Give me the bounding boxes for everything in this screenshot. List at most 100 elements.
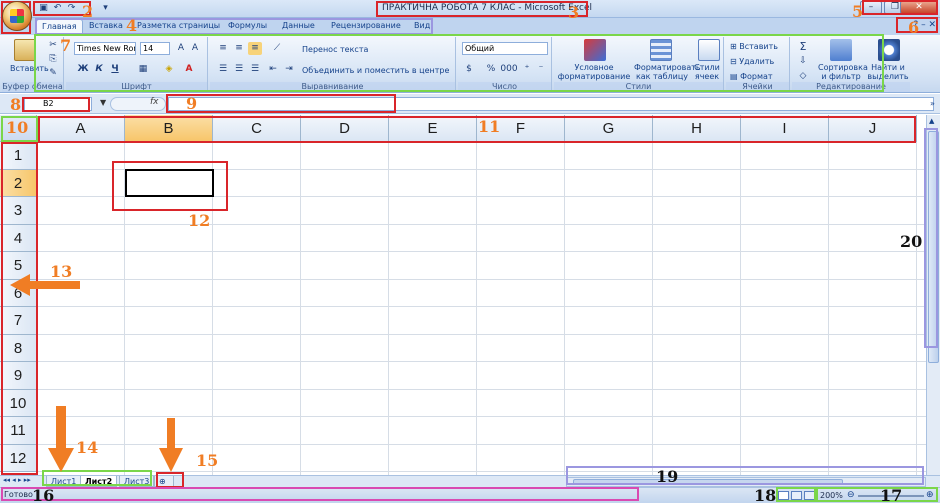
number-format-select[interactable]: Общий [462,42,548,55]
find-select-icon[interactable] [878,39,900,61]
zoom-level[interactable]: 200% [820,491,843,500]
font-color-icon[interactable]: A [182,63,196,76]
column-header-h[interactable]: H [653,115,741,142]
row-header-2[interactable]: 2 [0,169,37,197]
expand-formula-bar-icon[interactable]: » [930,99,935,108]
column-header-j[interactable]: J [829,115,917,142]
vertical-scroll-thumb[interactable] [928,131,939,363]
close-button[interactable]: ✕ [900,1,938,14]
horizontal-scrollbar[interactable] [566,477,926,487]
qat-customize-icon[interactable]: ▾ [100,3,111,14]
vertical-scrollbar[interactable]: ▲ [926,115,940,475]
tab-page-layout[interactable]: Разметка страницы [137,21,220,30]
row-header-8[interactable]: 8 [0,334,37,362]
column-header-i[interactable]: I [741,115,829,142]
tab-data[interactable]: Данные [282,21,315,30]
fill-icon[interactable]: ⇩ [796,55,810,68]
save-icon[interactable]: ▣ [38,3,49,14]
delete-cells-button[interactable]: ⊟ Удалить [730,55,774,68]
paste-icon[interactable] [14,39,36,61]
zoom-out-icon[interactable]: ⊖ [847,490,855,500]
italic-button[interactable]: К [92,63,106,76]
format-as-table-button[interactable]: Форматировать как таблицу [634,63,701,81]
underline-button[interactable]: Ч [108,63,122,76]
row-header-9[interactable]: 9 [0,362,37,390]
increase-indent-icon[interactable]: ⇥ [282,63,296,76]
percent-button[interactable]: % [484,63,498,76]
align-bottom-icon[interactable]: ≡ [248,42,262,55]
increase-decimal-icon[interactable]: ⁺ [520,63,534,76]
align-center-icon[interactable]: ☰ [232,63,246,76]
wrap-text-button[interactable]: Перенос текста [302,43,368,56]
column-header-a[interactable]: A [37,115,125,142]
tab-review[interactable]: Рецензирование [331,21,401,30]
currency-icon[interactable]: $ [462,63,476,76]
redo-icon[interactable]: ↷ [66,3,77,14]
font-name-select[interactable]: Times New Rom [74,42,136,55]
page-layout-view-icon[interactable] [791,491,802,500]
find-select-button[interactable]: Найти и выделить [866,63,910,81]
orientation-icon[interactable]: ⟋ [270,42,284,55]
column-header-d[interactable]: D [301,115,389,142]
column-header-c[interactable]: C [213,115,301,142]
normal-view-icon[interactable] [778,491,789,500]
formula-input[interactable] [168,97,934,111]
column-header-e[interactable]: E [389,115,477,142]
cut-icon[interactable]: ✂ [46,39,60,52]
row-header-11[interactable]: 11 [0,417,37,445]
align-left-icon[interactable]: ☰ [216,63,230,76]
cell-styles-button[interactable]: Стили ячеек [692,63,722,81]
row-header-3[interactable]: 3 [0,197,37,225]
grow-font-icon[interactable]: A [174,42,188,55]
sheet-nav-icon[interactable]: ◂◂ ◂ ▸ ▸▸ [3,476,31,484]
row-header-5[interactable]: 5 [0,252,37,280]
format-as-table-icon[interactable] [650,39,672,61]
align-middle-icon[interactable]: ≡ [232,42,246,55]
row-header-10[interactable]: 10 [0,389,37,417]
name-box-dropdown-icon[interactable]: ▼ [100,98,106,107]
insert-sheet-icon[interactable]: ⊕ [154,476,174,487]
row-header-1[interactable]: 1 [0,142,37,170]
align-top-icon[interactable]: ≡ [216,42,230,55]
zoom-in-icon[interactable]: ⊕ [926,490,934,500]
row-header-4[interactable]: 4 [0,224,37,252]
tab-home[interactable]: Главная [36,19,83,35]
active-cell[interactable] [125,169,214,197]
column-header-b[interactable]: B [125,115,213,142]
insert-function-button[interactable]: fx [150,97,159,107]
sort-filter-button[interactable]: Сортировка и фильтр [818,63,868,81]
sheet-tab-3[interactable]: Лист3 [119,476,155,487]
paste-button[interactable]: Вставить [10,64,49,73]
decrease-indent-icon[interactable]: ⇤ [266,63,280,76]
horizontal-scroll-thumb[interactable] [573,479,843,485]
worksheet-grid[interactable]: ABCDEFGHIJ 1 2 3 4 5 6 7 8 9 10 11 12 [0,115,926,475]
format-painter-icon[interactable]: ✎ [46,67,60,80]
sheet-tab-2[interactable]: Лист2 [80,476,118,487]
tab-insert[interactable]: Вставка [89,21,123,30]
page-break-view-icon[interactable] [804,491,815,500]
tab-view[interactable]: Вид [414,21,430,30]
cell-styles-icon[interactable] [698,39,720,61]
bold-button[interactable]: Ж [76,63,90,76]
font-size-select[interactable]: 14 [140,42,170,55]
conditional-formatting-icon[interactable] [584,39,606,61]
decrease-decimal-icon[interactable]: ⁻ [534,63,548,76]
minimize-button[interactable]: – [860,1,882,14]
tab-formulas[interactable]: Формулы [228,21,267,30]
fill-color-icon[interactable]: ◈ [162,63,176,76]
insert-cells-button[interactable]: ⊞ Вставить [730,40,778,53]
row-header-7[interactable]: 7 [0,307,37,335]
office-button[interactable] [2,1,32,31]
row-header-12[interactable]: 12 [0,444,37,472]
merge-center-button[interactable]: Объединить и поместить в центре [302,64,452,77]
align-right-icon[interactable]: ☰ [248,63,262,76]
row-header-6[interactable]: 6 [0,279,37,307]
undo-icon[interactable]: ↶ [52,3,63,14]
conditional-formatting-button[interactable]: Условное форматирование [556,63,632,81]
sort-filter-icon[interactable] [830,39,852,61]
name-box[interactable]: B2 [24,97,92,111]
copy-icon[interactable]: ⎘ [46,53,60,66]
borders-icon[interactable]: ▦ [136,63,150,76]
column-header-g[interactable]: G [565,115,653,142]
shrink-font-icon[interactable]: A [188,42,202,55]
